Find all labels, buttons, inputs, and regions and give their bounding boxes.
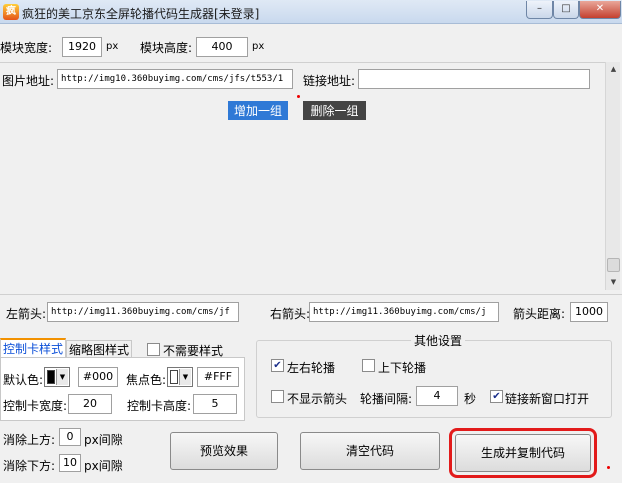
default-color-picker[interactable]: ▼ [44, 367, 70, 387]
red-dot-marker [297, 95, 300, 98]
arrow-distance-label: 箭头距离: [513, 307, 566, 321]
tab-control-card[interactable]: 控制卡样式 [0, 338, 66, 358]
preview-button[interactable]: 预览效果 [170, 432, 278, 470]
interval-input[interactable]: 4 [416, 386, 458, 406]
ud-carousel-label: 上下轮播 [378, 361, 427, 375]
focus-color-swatch [170, 370, 178, 384]
divider [0, 294, 622, 295]
gap-top-input[interactable]: 0 [59, 428, 81, 446]
card-width-input[interactable]: 20 [68, 394, 112, 414]
focus-color-picker[interactable]: ▼ [167, 367, 193, 387]
module-height-label: 模块高度: [140, 41, 193, 55]
gap-top-unit: px间隙 [84, 433, 123, 447]
scroll-thumb[interactable] [607, 258, 620, 272]
delete-group-button[interactable]: 删除一组 [303, 101, 366, 121]
title-bar: 疯 疯狂的美工京东全屏轮播代码生成器[未登录] – □ ✕ [0, 0, 622, 24]
generate-copy-button[interactable]: 生成并复制代码 [455, 434, 591, 472]
window-title: 疯狂的美工京东全屏轮播代码生成器[未登录] [22, 7, 260, 21]
lr-carousel-checkbox[interactable]: ✔ [271, 359, 284, 372]
default-color-swatch [47, 370, 55, 384]
focus-color-input[interactable]: #FFF [197, 367, 239, 387]
default-color-input[interactable]: #000 [78, 367, 118, 387]
lr-carousel-label: 左右轮播 [287, 361, 336, 375]
clear-code-button[interactable]: 清空代码 [300, 432, 440, 470]
add-group-button[interactable]: 增加一组 [228, 101, 288, 121]
default-color-label: 默认色: [3, 373, 44, 387]
groups-scroll-area [0, 120, 605, 290]
gap-bottom-input[interactable]: 10 [59, 454, 81, 472]
gap-top-label: 消除上方: [3, 433, 56, 447]
scroll-down-icon[interactable]: ▼ [606, 275, 621, 290]
right-arrow-label: 右箭头: [270, 307, 311, 321]
no-style-checkbox[interactable] [147, 343, 160, 356]
new-window-checkbox[interactable]: ✔ [490, 390, 503, 403]
chevron-down-icon[interactable]: ▼ [179, 369, 191, 385]
left-arrow-input[interactable]: http://img11.360buyimg.com/cms/jf [47, 302, 239, 322]
image-url-input[interactable]: http://img10.360buyimg.com/cms/jfs/t553/… [57, 69, 293, 89]
card-height-input[interactable]: 5 [193, 394, 237, 414]
module-height-input[interactable]: 400 [196, 37, 248, 57]
interval-unit: 秒 [464, 392, 477, 406]
link-url-label: 链接地址: [303, 74, 356, 88]
card-width-label: 控制卡宽度: [3, 399, 68, 413]
module-width-input[interactable]: 1920 [62, 37, 102, 57]
arrow-distance-input[interactable]: 1000 [570, 302, 608, 322]
chevron-down-icon[interactable]: ▼ [56, 369, 68, 385]
hide-arrows-checkbox[interactable] [271, 390, 284, 403]
gap-bottom-label: 消除下方: [3, 459, 56, 473]
tab-thumbnail[interactable]: 缩略图样式 [66, 340, 132, 358]
card-height-label: 控制卡高度: [127, 399, 192, 413]
right-arrow-input[interactable]: http://img11.360buyimg.com/cms/j [309, 302, 499, 322]
app-icon: 疯 [3, 4, 19, 20]
gap-bottom-unit: px间隙 [84, 459, 123, 473]
scroll-up-icon[interactable]: ▲ [606, 62, 621, 77]
interval-label: 轮播间隔: [360, 392, 413, 406]
divider [0, 62, 605, 63]
new-window-label: 链接新窗口打开 [505, 392, 590, 406]
link-url-input[interactable] [358, 69, 590, 89]
left-arrow-label: 左箭头: [6, 307, 47, 321]
other-settings-title: 其他设置 [411, 332, 466, 349]
module-width-unit: px [106, 41, 119, 52]
close-button[interactable]: ✕ [579, 1, 621, 19]
minimize-button[interactable]: – [526, 1, 553, 19]
red-dot-marker [607, 466, 610, 469]
module-width-label: 模块宽度: [0, 41, 53, 55]
module-height-unit: px [252, 41, 265, 52]
vertical-scrollbar[interactable]: ▲ ▼ [605, 62, 620, 290]
focus-color-label: 焦点色: [126, 373, 167, 387]
image-url-label: 图片地址: [2, 74, 55, 88]
ud-carousel-checkbox[interactable] [362, 359, 375, 372]
hide-arrows-label: 不显示箭头 [287, 392, 348, 406]
maximize-button[interactable]: □ [553, 1, 579, 19]
